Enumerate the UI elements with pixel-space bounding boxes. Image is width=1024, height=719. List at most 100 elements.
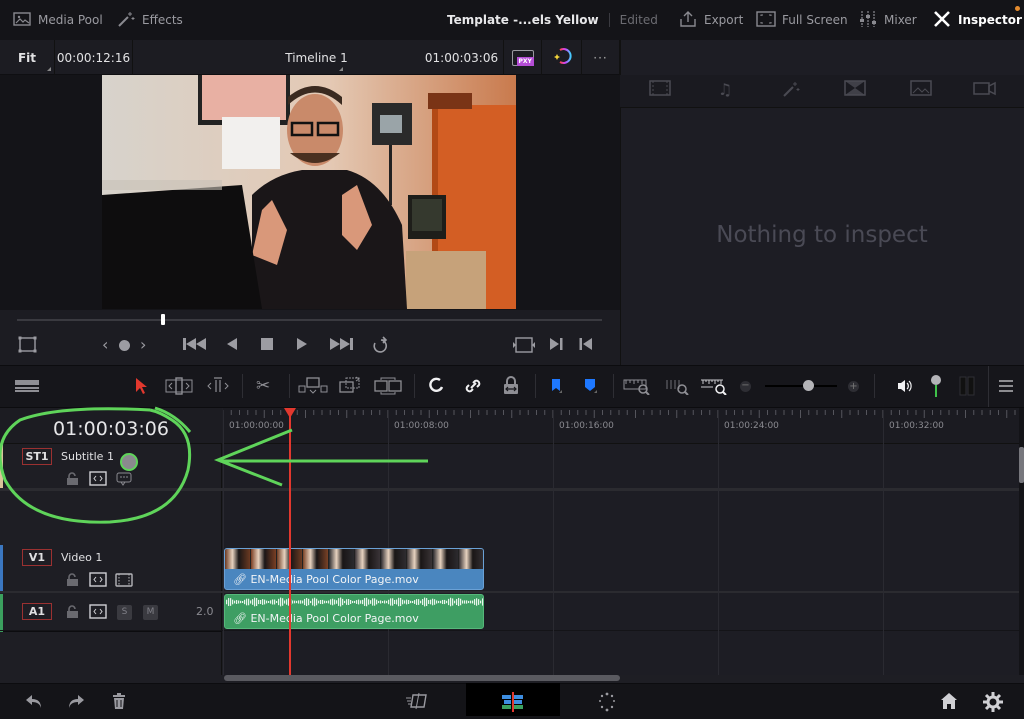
lock-track-button[interactable] xyxy=(66,472,80,488)
insert-clip-button[interactable] xyxy=(298,375,328,397)
zoom-custom-button[interactable] xyxy=(700,375,728,397)
timeline-horizontal-scrollbar[interactable] xyxy=(224,675,620,681)
more-options-button[interactable]: ··· xyxy=(582,40,620,75)
flag-button[interactable] xyxy=(549,375,563,397)
playhead-handle[interactable] xyxy=(284,408,296,418)
blade-tool[interactable]: ✂ xyxy=(256,375,270,397)
go-to-start-button[interactable] xyxy=(182,336,208,356)
play-reverse-button[interactable] xyxy=(225,336,239,356)
full-screen-button[interactable]: Full Screen xyxy=(756,0,848,40)
viewer-zoom-dropdown[interactable]: Fit xyxy=(0,40,55,75)
color-effects-button[interactable] xyxy=(542,40,582,75)
delete-button[interactable] xyxy=(111,692,127,715)
selection-tool[interactable] xyxy=(134,375,148,397)
mute-button[interactable]: M xyxy=(143,605,158,620)
toolbar-divider xyxy=(242,374,243,398)
zoom-in-button[interactable]: + xyxy=(848,375,859,397)
page-cut-button[interactable] xyxy=(405,692,429,715)
dynamic-trim-tool[interactable] xyxy=(204,375,232,397)
snapping-toggle[interactable] xyxy=(426,375,446,397)
auto-select-icon xyxy=(89,572,107,587)
loop-button[interactable] xyxy=(370,336,392,358)
video-clip[interactable]: 🔗︎ EN-Media Pool Color Page.mov xyxy=(224,548,484,590)
track-id[interactable]: ST1 xyxy=(22,448,52,465)
marker-button[interactable] xyxy=(582,375,598,397)
lock-track-button[interactable] xyxy=(66,573,80,589)
stop-button[interactable] xyxy=(259,336,275,356)
project-status: Edited xyxy=(608,13,658,27)
next-edit-button[interactable] xyxy=(548,336,564,356)
position-lock-toggle[interactable] xyxy=(501,375,521,397)
inspector-tools-icon xyxy=(932,10,952,31)
inspector-button[interactable]: Inspector xyxy=(932,0,1022,40)
effects-button[interactable]: Effects xyxy=(116,0,183,40)
inspector-tab-transition[interactable] xyxy=(843,80,867,100)
zoom-detail-button[interactable] xyxy=(662,375,690,397)
track-name[interactable]: Video 1 xyxy=(61,551,102,564)
next-keyframe-button[interactable]: › xyxy=(140,336,146,354)
playhead-line[interactable] xyxy=(289,413,291,675)
media-pool-button[interactable]: Media Pool xyxy=(12,0,103,40)
proxy-button[interactable]: PXY xyxy=(504,40,542,75)
previous-edit-button[interactable] xyxy=(578,336,594,356)
subtitle-toggle-button[interactable] xyxy=(116,472,132,489)
waveform-bar xyxy=(444,599,446,605)
previous-keyframe-button[interactable]: ‹ xyxy=(102,336,108,354)
audio-meters-toggle[interactable] xyxy=(958,375,976,397)
audio-level-meter[interactable] xyxy=(929,375,943,397)
replace-clip-button[interactable] xyxy=(373,375,403,397)
auto-select-track-button[interactable] xyxy=(89,471,107,489)
waveform-bar xyxy=(284,600,286,604)
mixer-button[interactable]: Mixer xyxy=(858,0,917,40)
auto-select-track-button[interactable] xyxy=(89,572,107,590)
timeline-zoom-slider[interactable] xyxy=(765,385,837,387)
disable-video-track-button[interactable] xyxy=(115,573,133,590)
inspector-tab-effects[interactable] xyxy=(779,80,803,102)
go-to-end-button[interactable] xyxy=(328,336,354,356)
inspector-tab-file[interactable] xyxy=(973,80,997,100)
zoom-out-button[interactable]: − xyxy=(740,375,751,397)
overwrite-clip-button[interactable] xyxy=(338,375,362,397)
video-clip-name: EN-Media Pool Color Page.mov xyxy=(250,573,419,586)
waveform-bar xyxy=(348,599,350,605)
auto-select-icon xyxy=(89,604,107,619)
inspector-tab-video[interactable] xyxy=(648,80,672,100)
timeline-menu-button[interactable] xyxy=(998,375,1014,397)
keyframe-button[interactable] xyxy=(119,340,130,351)
export-button[interactable]: Export xyxy=(678,0,743,40)
transform-button[interactable] xyxy=(18,336,38,358)
settings-button[interactable] xyxy=(983,692,1003,717)
inspector-tab-audio[interactable]: ♫ xyxy=(713,80,737,99)
linked-selection-toggle[interactable] xyxy=(463,375,483,397)
waveform-bar xyxy=(394,599,396,605)
page-fusion-button[interactable] xyxy=(597,692,617,717)
clip-thumbnail xyxy=(225,549,251,569)
audio-volume-button[interactable] xyxy=(896,375,914,397)
waveform-bar xyxy=(420,600,422,604)
scrubber-handle[interactable] xyxy=(161,314,166,325)
play-button[interactable] xyxy=(295,336,309,356)
inspector-tab-image[interactable] xyxy=(909,80,933,100)
timeline-vertical-scrollbar[interactable] xyxy=(1019,447,1024,483)
timeline-area[interactable] xyxy=(223,408,1019,675)
zoom-full-button[interactable] xyxy=(623,375,651,397)
lock-track-button[interactable] xyxy=(66,605,80,621)
track-id[interactable]: A1 xyxy=(22,603,52,620)
solo-button[interactable]: S xyxy=(117,605,132,620)
audio-clip[interactable]: 🔗︎ EN-Media Pool Color Page.mov xyxy=(224,594,484,629)
viewer-scrubber[interactable] xyxy=(17,319,602,321)
auto-select-track-button[interactable] xyxy=(89,604,107,622)
track-name[interactable]: Subtitle 1 xyxy=(61,450,114,463)
waveform-bar xyxy=(286,599,288,605)
match-frame-button[interactable] xyxy=(512,336,536,358)
link-icon: 🔗︎ xyxy=(233,573,251,586)
redo-button[interactable] xyxy=(66,692,86,715)
trim-edit-tool[interactable] xyxy=(165,375,193,397)
undo-button[interactable] xyxy=(24,692,44,715)
timeline-view-options-button[interactable] xyxy=(14,375,40,397)
page-edit-button[interactable] xyxy=(500,692,526,717)
waveform-bar xyxy=(306,597,308,607)
track-id[interactable]: V1 xyxy=(22,549,52,566)
home-button[interactable] xyxy=(940,692,958,715)
waveform-bar xyxy=(480,600,482,604)
